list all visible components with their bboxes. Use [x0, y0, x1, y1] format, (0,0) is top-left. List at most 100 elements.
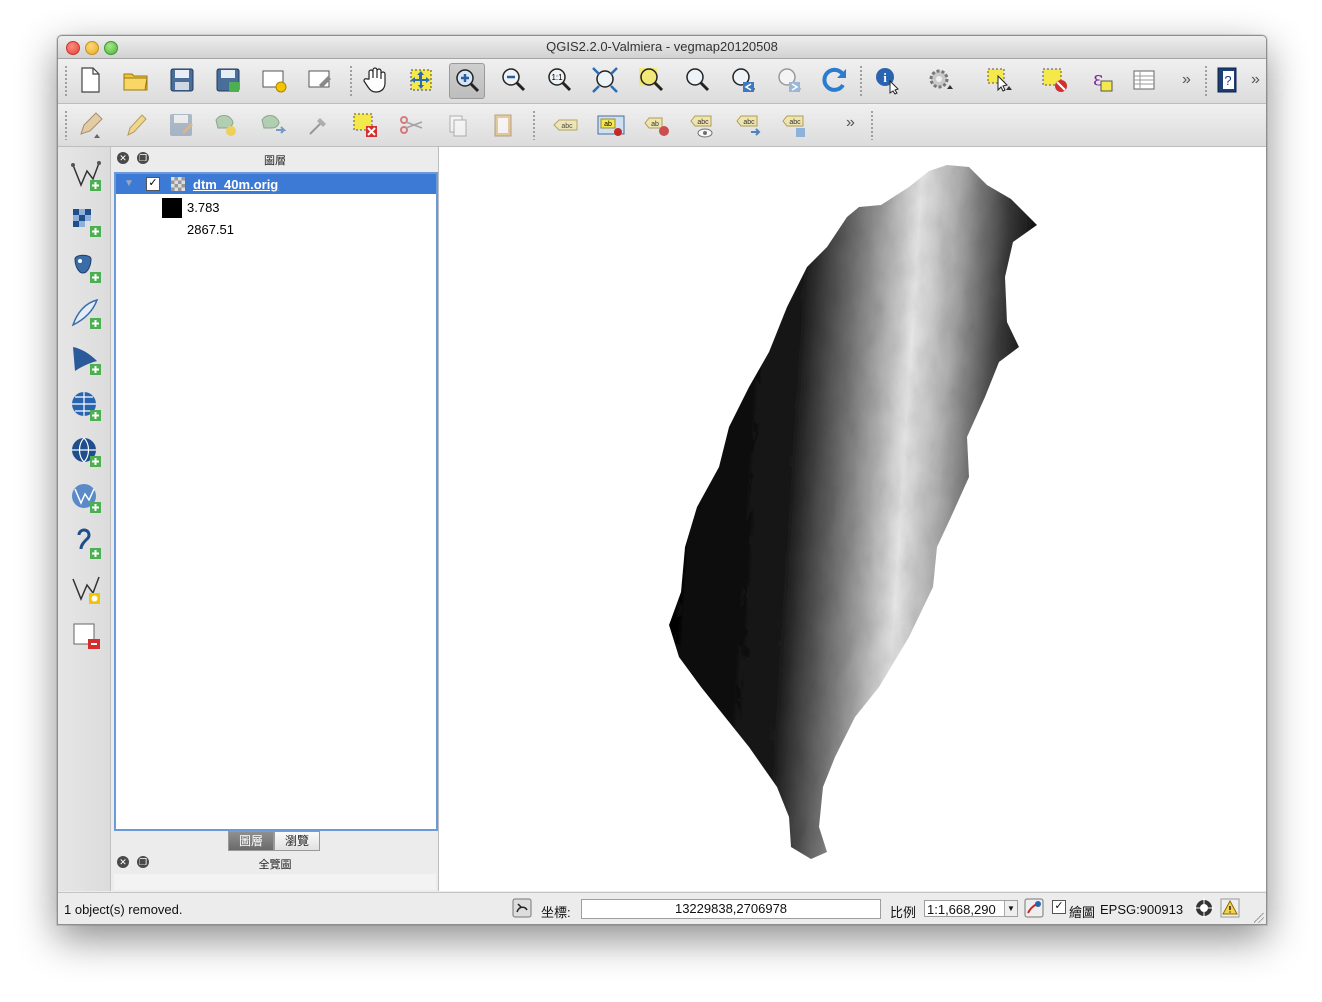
zoom-actual-size-icon[interactable]: 1:1	[542, 63, 576, 97]
add-delimited-text-icon[interactable]	[67, 525, 105, 563]
legend-swatch-min	[162, 198, 182, 218]
copy-features-icon[interactable]	[440, 108, 474, 142]
help-icon[interactable]: ?	[1210, 63, 1244, 97]
window-resize-grip[interactable]	[1254, 913, 1264, 923]
toolbar-grip[interactable]	[532, 110, 536, 140]
overview-panel-title: 全覽圖	[258, 859, 292, 871]
coordinate-field[interactable]: 13229838,2706978	[581, 899, 881, 919]
toggle-editing-icon[interactable]	[118, 108, 152, 142]
title-bar: QGIS2.2.0-Valmiera - vegmap20120508	[58, 36, 1266, 59]
dem-raster-map	[669, 165, 1037, 859]
add-feature-icon[interactable]	[210, 108, 244, 142]
zoom-to-layer-icon[interactable]	[680, 63, 714, 97]
stop-render-icon[interactable]	[1024, 898, 1044, 918]
toolbar-grip[interactable]	[64, 65, 68, 97]
scale-label: 比例	[890, 905, 917, 920]
current-edits-icon[interactable]	[73, 108, 107, 142]
pin-labels-icon[interactable]: ab	[640, 108, 674, 142]
zoom-in-icon[interactable]	[449, 63, 485, 99]
change-label-icon[interactable]: abc	[778, 108, 812, 142]
status-message: 1 object(s) removed.	[64, 902, 183, 917]
layer-item[interactable]: ▼ ✓ dtm_40m.orig	[116, 174, 436, 194]
zoom-out-icon[interactable]	[496, 63, 530, 97]
overview-panel-header: ✕ ❐ 全覽圖	[113, 852, 437, 874]
tab-layers[interactable]: 圖層	[228, 831, 275, 851]
pan-icon[interactable]	[358, 63, 392, 97]
zoom-next-icon[interactable]	[772, 63, 806, 97]
add-postgis-layer-icon[interactable]	[67, 249, 105, 287]
select-features-icon[interactable]	[983, 63, 1017, 97]
identify-icon[interactable]: i	[871, 63, 905, 97]
move-feature-icon[interactable]	[256, 108, 290, 142]
expression-select-icon[interactable]: ε	[1083, 63, 1117, 97]
add-wcs-layer-icon[interactable]	[67, 433, 105, 471]
toolbar-overflow[interactable]: »	[846, 114, 855, 132]
delete-selected-icon[interactable]	[348, 108, 382, 142]
composer-manager-icon[interactable]	[303, 63, 337, 97]
remove-layer-icon[interactable]	[67, 617, 105, 655]
save-layer-edits-icon[interactable]	[164, 108, 198, 142]
toolbar-grip[interactable]	[859, 65, 863, 97]
toolbar-grip[interactable]	[870, 110, 874, 140]
zoom-last-icon[interactable]	[726, 63, 760, 97]
paste-features-icon[interactable]	[486, 108, 520, 142]
open-project-icon[interactable]	[119, 63, 153, 97]
add-spatialite-layer-icon[interactable]	[67, 295, 105, 333]
toolbar-overflow[interactable]: »	[1182, 71, 1191, 89]
toolbar-overflow[interactable]: »	[1251, 71, 1260, 89]
node-tool-icon[interactable]	[302, 108, 336, 142]
map-canvas[interactable]	[438, 147, 1266, 891]
show-hide-labels-icon[interactable]: abc	[686, 108, 720, 142]
chevron-down-icon[interactable]: ▼	[1004, 901, 1017, 916]
layer-visibility-checkbox[interactable]: ✓	[146, 177, 160, 191]
warning-icon[interactable]	[1220, 898, 1240, 918]
add-raster-layer-icon[interactable]	[67, 203, 105, 241]
crs-settings-icon[interactable]	[1194, 898, 1214, 918]
new-project-icon[interactable]	[73, 63, 107, 97]
zoom-full-icon[interactable]	[588, 63, 622, 97]
raster-layer-icon	[171, 177, 185, 191]
add-wms-layer-icon[interactable]	[67, 387, 105, 425]
svg-text:ab: ab	[604, 121, 612, 128]
qgis-window: QGIS2.2.0-Valmiera - vegmap20120508 1:1 …	[57, 35, 1267, 925]
toolbar-grip[interactable]	[1204, 65, 1208, 97]
deselect-icon[interactable]	[1038, 63, 1072, 97]
layers-panel-header: ✕ ❐ 圖層	[113, 148, 437, 170]
toolbar-grip[interactable]	[349, 65, 353, 97]
run-action-icon[interactable]	[924, 63, 958, 97]
new-shapefile-icon[interactable]	[67, 571, 105, 609]
tab-browser[interactable]: 瀏覽	[274, 831, 321, 851]
new-print-composer-icon[interactable]	[257, 63, 291, 97]
panel-tabs: 圖層 瀏覽	[228, 831, 321, 851]
add-mssql-layer-icon[interactable]	[67, 341, 105, 379]
zoom-to-selection-icon[interactable]	[634, 63, 668, 97]
attribute-table-icon[interactable]	[1127, 63, 1161, 97]
layers-tree[interactable]: ▼ ✓ dtm_40m.orig 3.783 2867.51	[114, 172, 438, 831]
save-project-icon[interactable]	[165, 63, 199, 97]
overview-canvas[interactable]	[114, 874, 436, 890]
manage-layers-toolbar	[58, 147, 111, 891]
toolbar-grip[interactable]	[64, 110, 68, 140]
crs-status[interactable]: EPSG:900913	[1100, 902, 1183, 917]
add-wfs-layer-icon[interactable]	[67, 479, 105, 517]
svg-text:1:1: 1:1	[551, 73, 563, 82]
refresh-icon[interactable]	[818, 63, 852, 97]
coordinate-label: 坐標:	[541, 905, 571, 920]
layer-labeling-icon[interactable]: ab	[594, 108, 628, 142]
status-bar: 1 object(s) removed. 坐標: 13229838,270697…	[58, 892, 1266, 924]
svg-text:abc: abc	[697, 119, 709, 126]
toggle-extents-icon[interactable]	[512, 898, 532, 918]
edit-toolbar: abc ab ab abc abc abc »	[58, 104, 1266, 147]
scale-combobox[interactable]: 1:1,668,290 ▼	[924, 900, 1018, 917]
move-label-icon[interactable]: abc	[732, 108, 766, 142]
save-as-icon[interactable]	[211, 63, 245, 97]
add-vector-layer-icon[interactable]	[67, 157, 105, 195]
island-elevation-shape	[669, 165, 1037, 859]
svg-text:abc: abc	[561, 123, 573, 130]
render-checkbox[interactable]: ✓	[1052, 900, 1066, 914]
layer-name[interactable]: dtm_40m.orig	[193, 177, 278, 192]
label-icon[interactable]: abc	[548, 108, 582, 142]
cut-features-icon[interactable]	[394, 108, 428, 142]
expand-arrow-icon[interactable]: ▼	[124, 178, 134, 189]
pan-to-selection-icon[interactable]	[404, 63, 438, 97]
